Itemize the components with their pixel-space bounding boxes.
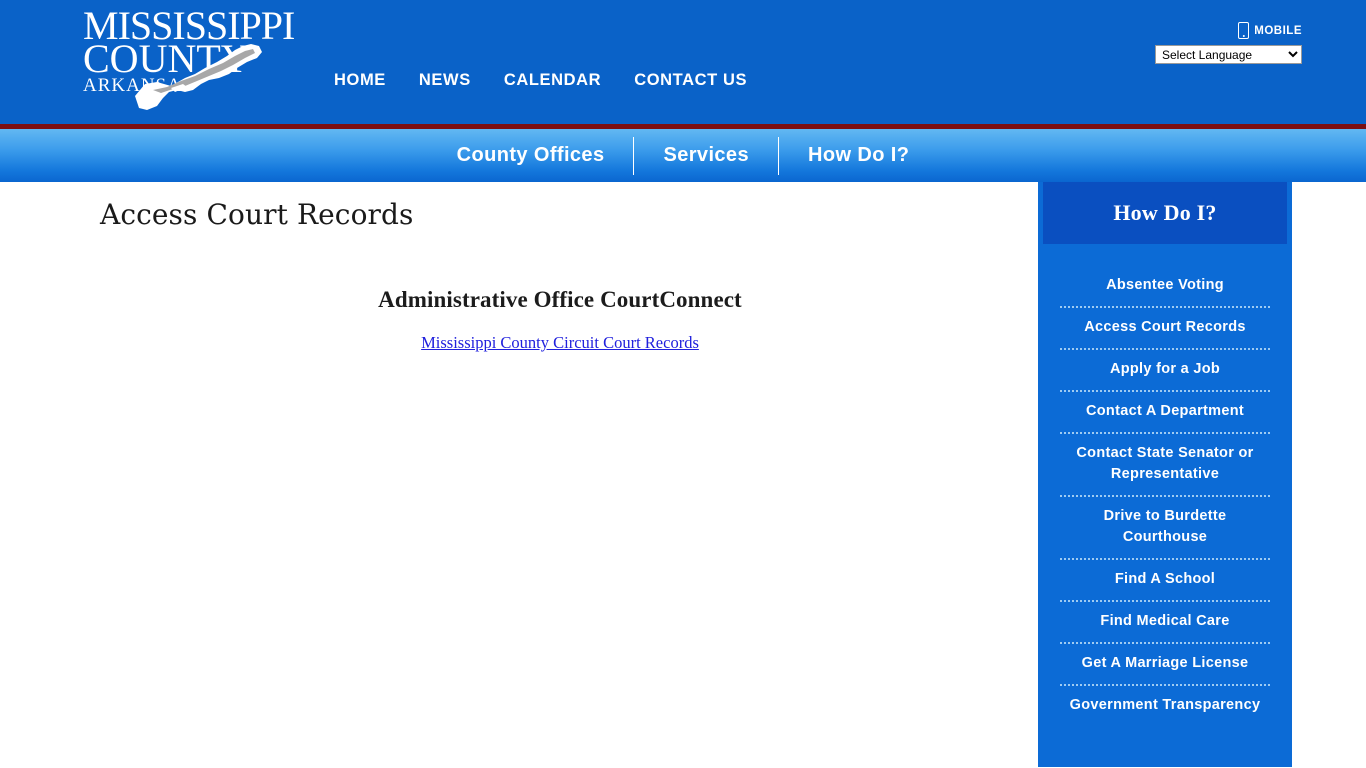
secondary-navigation-inner: County Offices Services How Do I? (428, 136, 939, 175)
subnav-item-services[interactable]: Services (634, 137, 778, 175)
sidebar-title: How Do I? (1113, 200, 1217, 225)
list-item: Find Medical Care (1060, 602, 1270, 645)
sidebar-item-find-medical-care[interactable]: Find Medical Care (1060, 602, 1270, 642)
mobile-phone-icon (1238, 22, 1250, 39)
list-item: Contact State Senator or Representative (1060, 434, 1270, 498)
subnav-item-county-offices[interactable]: County Offices (428, 137, 634, 175)
list-item: Access Court Records (1060, 308, 1270, 351)
article-body: Administrative Office CourtConnect Missi… (100, 287, 1020, 353)
sidebar-item-contact-state-senator-or-representative[interactable]: Contact State Senator or Representative (1060, 434, 1270, 495)
site-header: MISSISSIPPI COUNTY ARKANSAS HOME NEWS CA… (0, 0, 1366, 124)
list-item: Government Transparency (1060, 686, 1270, 726)
subnav-item-how-do-i[interactable]: How Do I? (779, 137, 938, 175)
mobile-site-link[interactable]: MOBILE (1238, 22, 1302, 39)
sidebar-item-apply-for-a-job[interactable]: Apply for a Job (1060, 350, 1270, 390)
sidebar-item-access-court-records[interactable]: Access Court Records (1060, 308, 1270, 348)
list-item: Find A School (1060, 560, 1270, 603)
logo-wordmark: MISSISSIPPI COUNTY ARKANSAS (83, 6, 295, 96)
sidebar-item-drive-to-burdette-courthouse[interactable]: Drive to Burdette Courthouse (1060, 497, 1270, 558)
page-title: Access Court Records (100, 198, 414, 231)
sidebar-item-get-a-marriage-license[interactable]: Get A Marriage License (1060, 644, 1270, 684)
nav-item-contact-us[interactable]: CONTACT US (634, 71, 747, 90)
language-select[interactable]: Select Language (1155, 45, 1302, 64)
list-item: Absentee Voting (1060, 266, 1270, 309)
sidebar-menu: Absentee Voting Access Court Records App… (1038, 244, 1292, 726)
list-item: Apply for a Job (1060, 350, 1270, 393)
list-item: Contact A Department (1060, 392, 1270, 435)
sidebar-item-find-a-school[interactable]: Find A School (1060, 560, 1270, 600)
sidebar-item-government-transparency[interactable]: Government Transparency (1060, 686, 1270, 726)
primary-navigation: HOME NEWS CALENDAR CONTACT US (334, 71, 747, 90)
court-records-link[interactable]: Mississippi County Circuit Court Records (421, 333, 699, 352)
header-utility-area: MOBILE Select Language (1142, 22, 1302, 64)
sidebar-item-absentee-voting[interactable]: Absentee Voting (1060, 266, 1270, 306)
how-do-i-sidebar: How Do I? Absentee Voting Access Court R… (1038, 182, 1292, 767)
nav-item-home[interactable]: HOME (334, 71, 386, 90)
list-item: Drive to Burdette Courthouse (1060, 497, 1270, 561)
page-body: Access Court Records Administrative Offi… (0, 182, 1366, 767)
sidebar-header: How Do I? (1043, 182, 1287, 244)
nav-item-calendar[interactable]: CALENDAR (504, 71, 601, 90)
nav-item-news[interactable]: NEWS (419, 71, 471, 90)
secondary-navigation: County Offices Services How Do I? (0, 129, 1366, 182)
site-logo[interactable]: MISSISSIPPI COUNTY ARKANSAS (83, 4, 295, 116)
mobile-site-label: MOBILE (1254, 24, 1302, 37)
main-content: Access Court Records Administrative Offi… (0, 182, 1038, 767)
article-heading: Administrative Office CourtConnect (378, 287, 742, 312)
list-item: Get A Marriage License (1060, 644, 1270, 687)
logo-line-3: ARKANSAS (83, 74, 194, 96)
sidebar-item-contact-a-department[interactable]: Contact A Department (1060, 392, 1270, 432)
